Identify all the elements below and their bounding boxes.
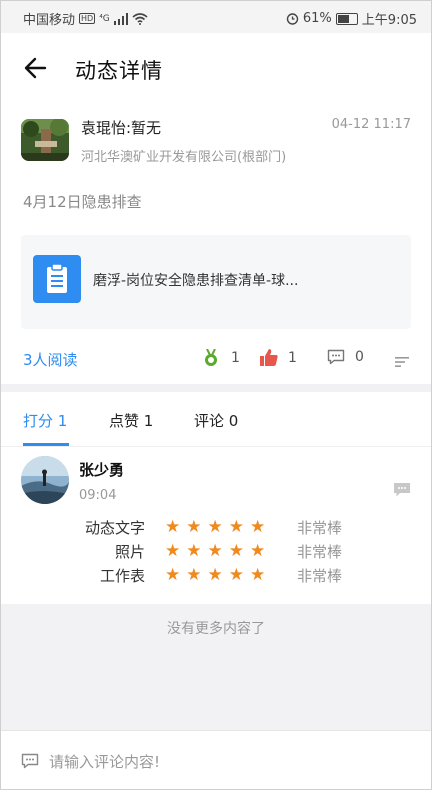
comment-bar: 请输入评论内容! bbox=[1, 730, 431, 789]
comment-stat[interactable]: 0 bbox=[327, 349, 364, 365]
star-icon: ★ bbox=[250, 565, 266, 585]
post-timestamp: 04-12 11:17 bbox=[331, 117, 411, 132]
carrier-label: 中国移动 bbox=[23, 13, 76, 28]
medal-icon bbox=[205, 349, 217, 366]
comment-count: 0 bbox=[355, 349, 364, 365]
star-icon: ★ bbox=[250, 517, 266, 537]
alarm-icon bbox=[286, 13, 299, 25]
app-frame: 中国移动 HD ⁴G 61% 上午9:05 动态详情 袁琨怡:暂无 04-12 … bbox=[0, 0, 432, 790]
post-text: 4月12日隐患排查 bbox=[23, 193, 142, 211]
attachment-card[interactable]: 磨浮-岗位安全隐患排查清单-球... bbox=[21, 235, 411, 329]
rating-text: 非常棒 bbox=[297, 567, 343, 585]
stats-row: 3人阅读 1 1 0 bbox=[1, 341, 431, 381]
author-avatar[interactable] bbox=[21, 119, 69, 161]
rater-avatar[interactable] bbox=[21, 456, 69, 504]
rating-label: 照片 bbox=[114, 543, 145, 561]
star-icon: ★ bbox=[165, 517, 181, 537]
status-right: 61% 上午9:05 bbox=[286, 9, 417, 28]
rating-text: 非常棒 bbox=[297, 543, 343, 561]
medal-stat[interactable]: 1 bbox=[203, 349, 240, 367]
star-icon: ★ bbox=[250, 541, 266, 561]
star-icon: ★ bbox=[186, 565, 202, 585]
like-count: 1 bbox=[288, 349, 297, 366]
signal-icon bbox=[113, 12, 128, 25]
like-stat[interactable]: 1 bbox=[260, 349, 297, 366]
comment-placeholder: 请输入评论内容! bbox=[49, 752, 161, 771]
rating-label: 工作表 bbox=[99, 567, 145, 585]
comment-bubble-icon bbox=[394, 483, 410, 497]
more-button[interactable] bbox=[395, 353, 409, 372]
rating-row: 动态文字 ★ ★ ★ ★ ★ 非常棒 bbox=[1, 517, 431, 539]
battery-fill bbox=[337, 14, 349, 23]
rater-name[interactable]: 张少勇 bbox=[79, 459, 124, 480]
section-divider bbox=[1, 384, 431, 392]
star-icon: ★ bbox=[207, 517, 223, 537]
star-icon: ★ bbox=[207, 565, 223, 585]
rating-stars: ★ ★ ★ ★ ★ bbox=[165, 565, 265, 585]
author-name[interactable]: 袁琨怡:暂无 bbox=[81, 117, 161, 138]
star-icon: ★ bbox=[186, 541, 202, 561]
comment-icon bbox=[327, 349, 345, 365]
tab-active-indicator bbox=[23, 443, 69, 446]
no-more-text: 没有更多内容了 bbox=[167, 621, 265, 637]
comment-input[interactable]: 请输入评论内容! bbox=[21, 747, 411, 775]
star-icon: ★ bbox=[207, 541, 223, 561]
avatar-photo bbox=[21, 119, 69, 161]
reply-button[interactable] bbox=[393, 482, 411, 502]
rating-row: 工作表 ★ ★ ★ ★ ★ 非常棒 bbox=[1, 565, 431, 587]
clipboard-icon bbox=[47, 263, 67, 293]
rating-row: 照片 ★ ★ ★ ★ ★ 非常棒 bbox=[1, 541, 431, 563]
read-count[interactable]: 3人阅读 bbox=[23, 349, 78, 370]
tab-score[interactable]: 打分 1 bbox=[23, 410, 67, 431]
wifi-icon bbox=[132, 12, 148, 25]
rating-text: 非常棒 bbox=[297, 519, 343, 537]
rating-label: 动态文字 bbox=[84, 519, 145, 537]
back-button[interactable] bbox=[23, 55, 49, 81]
tab-comments[interactable]: 评论 0 bbox=[194, 410, 238, 431]
star-icon: ★ bbox=[186, 517, 202, 537]
medal-count: 1 bbox=[231, 350, 240, 366]
page-title: 动态详情 bbox=[75, 59, 163, 83]
no-more-area: 没有更多内容了 bbox=[1, 604, 431, 730]
attachment-name: 磨浮-岗位安全隐患排查清单-球... bbox=[93, 273, 299, 289]
menu-lines-icon bbox=[395, 357, 409, 367]
arrow-left-icon bbox=[24, 57, 47, 79]
star-icon: ★ bbox=[228, 541, 244, 561]
app-header: 动态详情 bbox=[1, 33, 431, 103]
rater-time: 09:04 bbox=[79, 488, 117, 503]
battery-icon bbox=[335, 12, 358, 25]
hd-badge: HD bbox=[79, 13, 96, 24]
star-icon: ★ bbox=[165, 541, 181, 561]
star-icon: ★ bbox=[228, 565, 244, 585]
status-bar: 中国移动 HD ⁴G 61% 上午9:05 bbox=[1, 1, 431, 33]
author-company: 河北华澳矿业开发有限公司(根部门) bbox=[81, 150, 287, 165]
rating-stars: ★ ★ ★ ★ ★ bbox=[165, 541, 265, 561]
tab-bar: 打分 1 点赞 1 评论 0 bbox=[1, 392, 431, 447]
tab-likes[interactable]: 点赞 1 bbox=[109, 410, 153, 431]
network-label: ⁴G bbox=[99, 13, 110, 24]
rating-stars: ★ ★ ★ ★ ★ bbox=[165, 517, 265, 537]
avatar-photo bbox=[21, 456, 69, 504]
thumbs-up-icon bbox=[260, 349, 278, 366]
comment-icon bbox=[21, 753, 39, 769]
star-icon: ★ bbox=[228, 517, 244, 537]
status-left: 中国移动 HD ⁴G bbox=[23, 9, 148, 28]
attachment-icon-tile bbox=[33, 255, 81, 303]
clock: 上午9:05 bbox=[361, 13, 417, 28]
star-icon: ★ bbox=[165, 565, 181, 585]
battery-percent: 61% bbox=[302, 11, 332, 26]
